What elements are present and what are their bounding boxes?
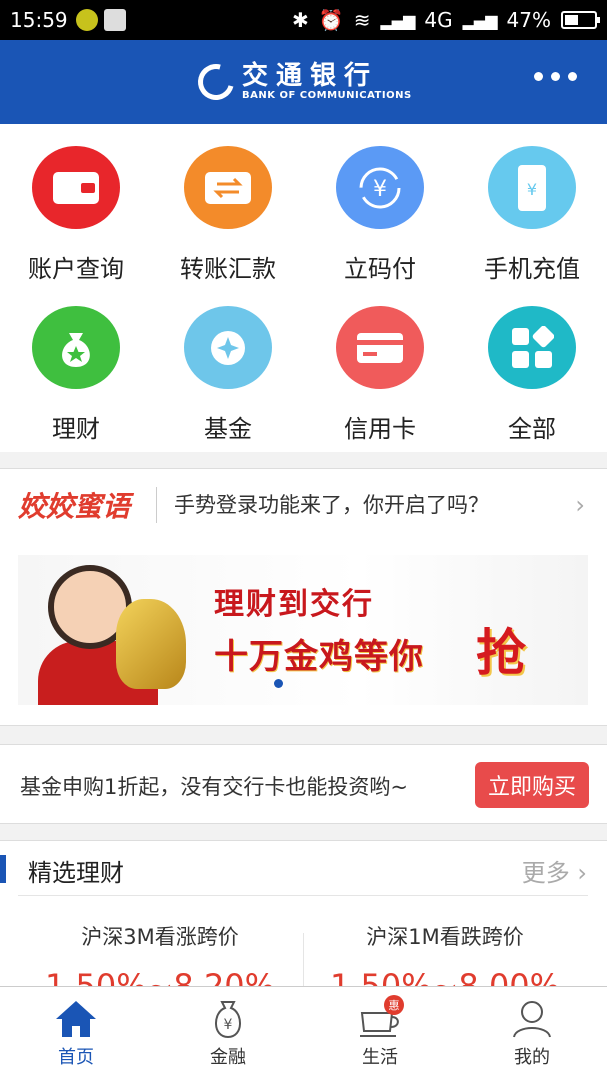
promo-text: 基金申购1折起，没有交行卡也能投资哟~	[20, 775, 408, 799]
status-time: 15:59	[10, 8, 68, 32]
profile-icon	[510, 999, 554, 1039]
brand-name-en: BANK OF COMMUNICATIONS	[242, 90, 412, 101]
action-phone-topup[interactable]: ¥ 手机充值	[456, 124, 607, 284]
bottom-tab-bar: 首页 ¥ 金融 惠 生活 我的	[0, 986, 607, 1080]
quick-actions-grid: 账户查询 转账汇款 ¥ 立码付 ¥ 手机充值 理财 基金 信用卡 全部	[0, 124, 607, 452]
app-header: 交通银行 BANK OF COMMUNICATIONS	[0, 40, 607, 124]
section-accent-bar	[0, 855, 6, 883]
fund-star-icon	[184, 306, 272, 389]
buy-now-button[interactable]: 立即购买	[475, 762, 589, 808]
alarm-icon: ⏰	[318, 8, 344, 32]
bank-logo-icon	[191, 56, 241, 107]
bank-logo: 交通银行 BANK OF COMMUNICATIONS	[191, 56, 412, 107]
tab-home[interactable]: 首页	[0, 987, 152, 1080]
money-bag-icon	[32, 306, 120, 389]
chevron-right-icon[interactable]: ›	[575, 491, 585, 519]
action-fund[interactable]: 基金	[152, 284, 304, 444]
battery-icon	[561, 11, 600, 29]
life-cup-icon: 惠	[358, 995, 404, 1039]
featured-wealth-section: 精选理财 更多 › 沪深3M看涨跨价 1.50%~8.20% 沪深1M看跌跨价 …	[0, 840, 607, 986]
tab-finance[interactable]: ¥ 金融	[152, 987, 304, 1080]
news-headline[interactable]: 手势登录功能来了，你开启了吗？	[174, 489, 489, 519]
product-name: 沪深1M看跌跨价	[366, 925, 524, 949]
action-scan-pay[interactable]: ¥ 立码付	[304, 124, 456, 284]
news-divider	[156, 487, 157, 523]
banner-line-3: 抢	[476, 623, 526, 682]
more-menu-icon[interactable]	[534, 72, 577, 81]
more-link[interactable]: 更多 ›	[522, 853, 587, 888]
carousel-indicator	[274, 679, 283, 688]
action-credit-card[interactable]: 信用卡	[304, 284, 456, 444]
action-transfer[interactable]: 转账汇款	[152, 124, 304, 284]
product-rate: 1.50%~8.20%	[44, 967, 276, 986]
action-all[interactable]: 全部	[456, 284, 607, 444]
signal-icon-2: ▂▄▆	[462, 10, 498, 30]
product-rate: 1.50%~8.00%	[329, 967, 561, 986]
news-section: 姣姣蜜语 手势登录功能来了，你开启了吗？ › 理财到交行 十万金鸡等你 抢	[0, 468, 607, 726]
status-bar: 15:59 ✱ ⏰ ≋ ▂▄▆ 4G ▂▄▆ 47%	[0, 0, 607, 40]
finance-bag-icon: ¥	[206, 999, 250, 1039]
phone-yuan-icon: ¥	[488, 146, 576, 229]
banner-line-2: 十万金鸡等你	[214, 637, 424, 677]
golden-rooster-image	[116, 599, 186, 689]
tab-profile[interactable]: 我的	[456, 987, 607, 1080]
tab-life[interactable]: 惠 生活	[304, 987, 456, 1080]
notification-photo-icon	[103, 9, 126, 31]
news-tag: 姣姣蜜语	[18, 490, 131, 523]
product-card[interactable]: 沪深1M看跌跨价 1.50%~8.00%	[305, 921, 585, 986]
life-badge: 惠	[384, 995, 404, 1015]
network-type: 4G	[424, 8, 453, 32]
notification-app-icon	[75, 9, 98, 31]
battery-percent: 47%	[506, 8, 551, 32]
wallet-icon	[32, 146, 120, 229]
product-card[interactable]: 沪深3M看涨跨价 1.50%~8.20%	[20, 921, 300, 986]
banner-line-1: 理财到交行	[214, 587, 374, 622]
promo-banner[interactable]: 理财到交行 十万金鸡等你 抢	[18, 555, 588, 705]
action-wealth[interactable]: 理财	[0, 284, 152, 444]
home-icon	[54, 999, 98, 1039]
chevron-right-icon: ›	[577, 859, 587, 887]
section-title: 精选理财	[28, 859, 124, 887]
product-name: 沪深3M看涨跨价	[81, 925, 239, 949]
fund-promo: 基金申购1折起，没有交行卡也能投资哟~ 立即购买	[0, 744, 607, 824]
svg-text:¥: ¥	[527, 180, 537, 199]
svg-text:¥: ¥	[373, 177, 387, 202]
wifi-icon: ≋	[353, 8, 371, 32]
transfer-icon	[184, 146, 272, 229]
svg-text:¥: ¥	[224, 1017, 233, 1033]
signal-icon: ▂▄▆	[380, 10, 415, 30]
all-apps-icon	[488, 306, 576, 389]
brand-name-cn: 交通银行	[242, 61, 379, 91]
status-indicators: ✱ ⏰ ≋ ▂▄▆ 4G ▂▄▆ 47%	[292, 8, 600, 32]
credit-card-icon	[336, 306, 424, 389]
action-account-query[interactable]: 账户查询	[0, 124, 152, 284]
battery-fill	[565, 15, 579, 25]
bluetooth-icon: ✱	[292, 8, 309, 32]
yuan-refresh-icon: ¥	[336, 146, 424, 229]
